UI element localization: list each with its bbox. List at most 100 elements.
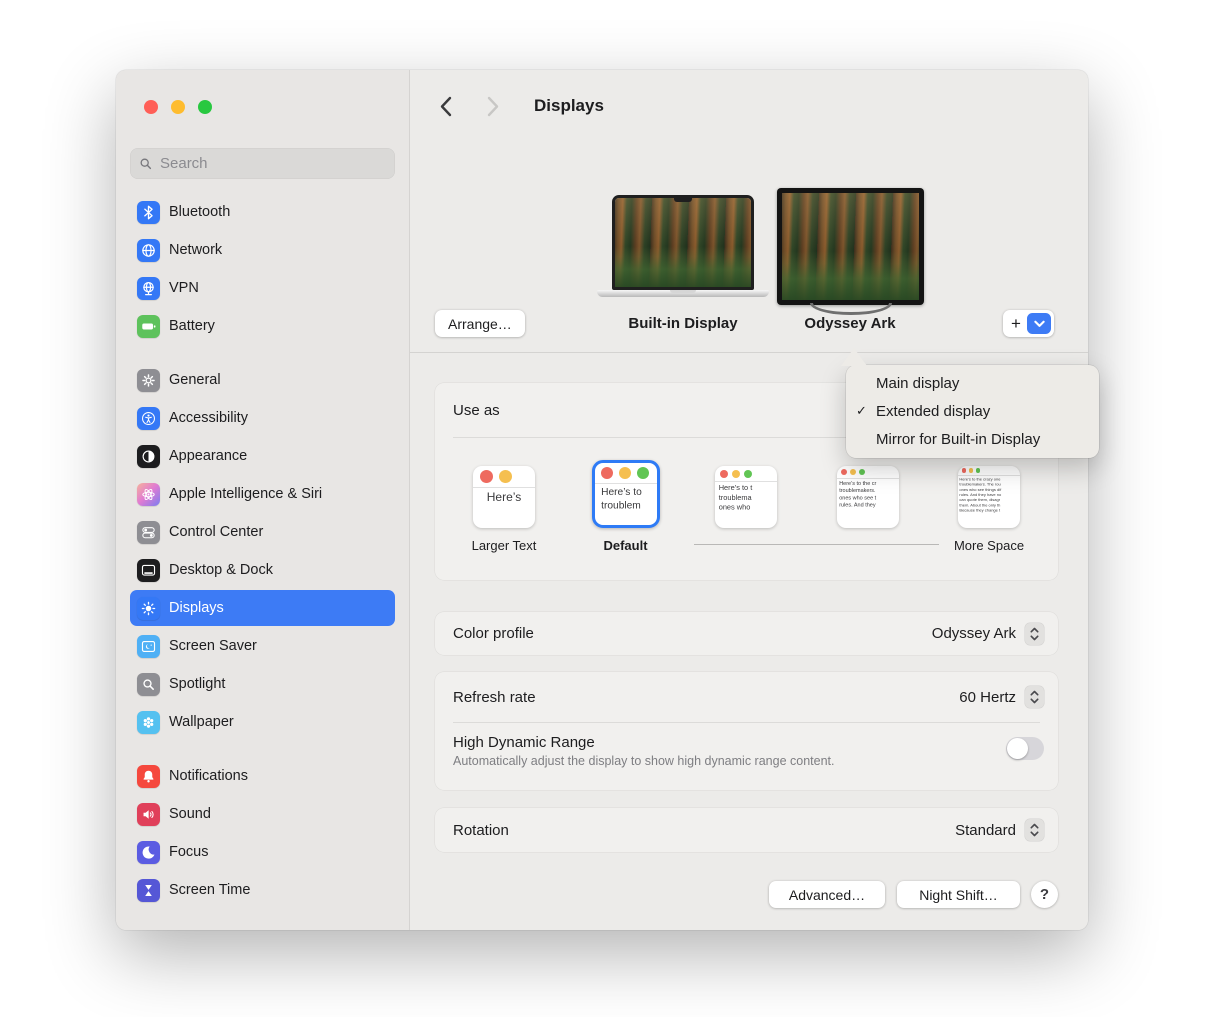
scale-option-more-space[interactable]: Here’s to the crazy onetroublemakers. Th… — [958, 466, 1020, 528]
sidebar-item-label: Control Center — [169, 524, 263, 540]
plus-icon[interactable]: + — [1003, 314, 1027, 334]
scale-option-default[interactable]: Here’s totroublem — [592, 460, 660, 528]
rotation-card: Rotation Standard — [435, 808, 1058, 852]
sidebar-item-label: Sound — [169, 806, 211, 822]
sidebar-item-notifications[interactable]: Notifications — [130, 758, 395, 794]
sidebar-item-label: Network — [169, 242, 222, 258]
sidebar-item-label: Notifications — [169, 768, 248, 784]
window-controls — [144, 100, 212, 114]
sidebar-item-appearance[interactable]: Appearance — [130, 438, 395, 474]
display-name-odyssey-ark: Odyssey Ark — [804, 315, 895, 332]
add-display-dropdown[interactable] — [1027, 313, 1051, 334]
sidebar-item-label: Screen Saver — [169, 638, 257, 654]
color-profile-label: Color profile — [453, 625, 534, 642]
scale-option-step-4[interactable]: Here’s to the crtroublemakers.ones who s… — [837, 466, 899, 528]
globe-icon — [137, 239, 160, 262]
accessibility-icon — [137, 407, 160, 430]
search-input[interactable] — [158, 154, 386, 173]
sidebar-item-label: Displays — [169, 600, 224, 616]
control-center-icon — [137, 521, 160, 544]
window-dots — [595, 463, 657, 484]
forward-button[interactable] — [482, 92, 504, 120]
sidebar-item-general[interactable]: General — [130, 362, 395, 398]
menu-item-mirror-for-built-in-display[interactable]: Mirror for Built-in Display — [846, 425, 1099, 453]
refresh-rate-stepper[interactable] — [1025, 686, 1044, 708]
minimize-button[interactable] — [171, 100, 185, 114]
popover-arrow — [841, 348, 867, 366]
strip-divider — [410, 352, 1088, 353]
desktop-dock-icon — [137, 559, 160, 582]
page-title: Displays — [534, 96, 604, 116]
menu-item-main-display[interactable]: Main display — [846, 369, 1099, 397]
back-button[interactable] — [434, 92, 456, 120]
system-settings-window: Bluetooth Network VPN Battery General Accessi… — [116, 70, 1088, 930]
scale-option-label: Default — [603, 538, 647, 553]
sidebar-item-label: Focus — [169, 844, 209, 860]
sidebar-item-accessibility[interactable]: Accessibility — [130, 400, 395, 436]
sidebar-item-screen-saver[interactable]: Screen Saver — [130, 628, 395, 664]
help-button[interactable]: ? — [1031, 881, 1058, 908]
navigation: Displays — [434, 92, 604, 120]
sidebar: Bluetooth Network VPN Battery General Accessi… — [116, 70, 410, 930]
arrange-button[interactable]: Arrange… — [435, 310, 525, 337]
menu-item-label: Main display — [876, 375, 959, 392]
hdr-toggle[interactable] — [1006, 737, 1044, 760]
sidebar-item-control-center[interactable]: Control Center — [130, 514, 395, 550]
sidebar-item-screen-time[interactable]: Screen Time — [130, 872, 395, 908]
hdr-description: Automatically adjust the display to show… — [453, 754, 834, 768]
sun-icon — [137, 597, 160, 620]
sidebar-item-wallpaper[interactable]: Wallpaper — [130, 704, 395, 740]
scale-option-larger-text[interactable]: Here’s — [473, 466, 535, 528]
displays-pane: Displays Built-in Display Odyssey Ark Ar… — [410, 70, 1088, 930]
menu-item-extended-display[interactable]: ✓Extended display — [846, 397, 1099, 425]
sidebar-item-desktop-dock[interactable]: Desktop & Dock — [130, 552, 395, 588]
add-display-button[interactable]: + — [1003, 310, 1054, 337]
refresh-rate-value[interactable]: 60 Hertz — [959, 689, 1016, 706]
screensaver-icon — [137, 635, 160, 658]
sidebar-item-label: Screen Time — [169, 882, 250, 898]
sidebar-item-battery[interactable]: Battery — [130, 308, 395, 344]
sidebar-item-label: Spotlight — [169, 676, 225, 692]
search-icon — [139, 157, 152, 170]
bell-icon — [137, 765, 160, 788]
display-thumbnail-odyssey-ark[interactable] — [777, 188, 924, 315]
color-profile-stepper[interactable] — [1025, 623, 1044, 645]
menu-item-label: Extended display — [876, 403, 990, 420]
sidebar-item-spotlight[interactable]: Spotlight — [130, 666, 395, 702]
sidebar-item-label: VPN — [169, 280, 199, 296]
gear-icon — [137, 369, 160, 392]
search-field[interactable] — [130, 148, 395, 179]
advanced-button[interactable]: Advanced… — [769, 881, 885, 908]
display-thumbnail-built-in[interactable] — [612, 195, 754, 297]
sidebar-item-label: General — [169, 372, 221, 388]
close-button[interactable] — [144, 100, 158, 114]
color-profile-value[interactable]: Odyssey Ark — [932, 625, 1016, 642]
zoom-button[interactable] — [198, 100, 212, 114]
speaker-icon — [137, 803, 160, 826]
wallpaper-icon — [137, 711, 160, 734]
sidebar-item-vpn[interactable]: VPN — [130, 270, 395, 306]
scale-option-step-3[interactable]: Here’s to ttroublemaones who — [715, 466, 777, 528]
sidebar-item-label: Desktop & Dock — [169, 562, 273, 578]
scale-track — [694, 544, 939, 545]
night-shift-button[interactable]: Night Shift… — [897, 881, 1020, 908]
hdr-label: High Dynamic Range — [453, 734, 834, 751]
refresh-hdr-card: Refresh rate 60 Hertz High Dynamic Range… — [435, 672, 1058, 790]
sidebar-item-focus[interactable]: Focus — [130, 834, 395, 870]
rotation-stepper[interactable] — [1025, 819, 1044, 841]
sidebar-item-bluetooth[interactable]: Bluetooth — [130, 194, 395, 230]
sidebar-item-displays[interactable]: Displays — [130, 590, 395, 626]
sidebar-item-apple-intelligence-siri[interactable]: Apple Intelligence & Siri — [130, 476, 395, 512]
scale-option-label: Larger Text — [472, 538, 537, 553]
battery-icon — [137, 315, 160, 338]
sidebar-item-sound[interactable]: Sound — [130, 796, 395, 832]
menu-item-label: Mirror for Built-in Display — [876, 431, 1040, 448]
vpn-icon — [137, 277, 160, 300]
appearance-icon — [137, 445, 160, 468]
window-dots — [715, 466, 777, 482]
refresh-rate-label: Refresh rate — [453, 689, 536, 706]
sidebar-item-network[interactable]: Network — [130, 232, 395, 268]
bluetooth-icon — [137, 201, 160, 224]
checkmark-icon: ✓ — [856, 403, 876, 419]
rotation-value[interactable]: Standard — [955, 822, 1016, 839]
